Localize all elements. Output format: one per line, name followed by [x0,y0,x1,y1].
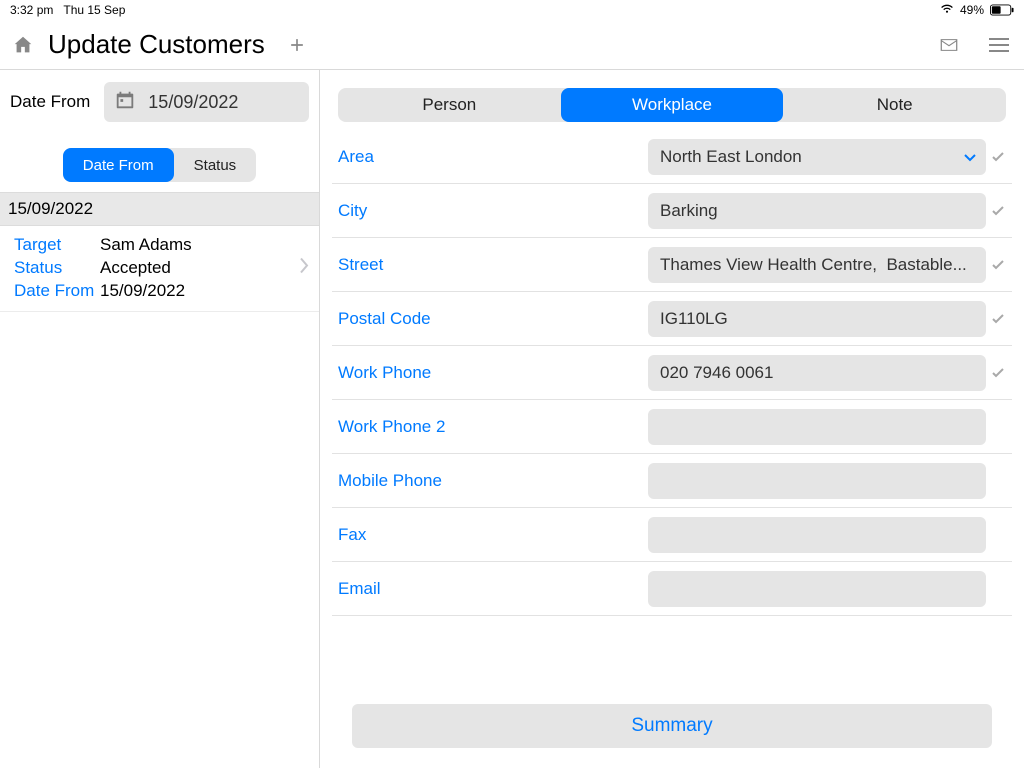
list-item[interactable]: TargetSam Adams StatusAccepted Date From… [0,226,319,312]
street-input[interactable] [648,247,986,283]
calendar-icon [114,89,136,116]
street-label: Street [338,255,648,275]
add-icon[interactable] [285,33,309,57]
area-value: North East London [660,147,802,167]
check-icon [990,152,1006,162]
wifi-icon [940,3,954,17]
card-target-value: Sam Adams [100,234,192,257]
mail-icon[interactable] [934,30,964,60]
tab-workplace[interactable]: Workplace [561,88,784,122]
seg-date-from[interactable]: Date From [63,148,174,182]
email-input[interactable] [648,571,986,607]
area-select[interactable]: North East London [648,139,986,175]
chevron-down-icon [964,147,976,167]
mobile-input[interactable] [648,463,986,499]
tab-segment: Person Workplace Note [338,88,1006,122]
workphone2-input[interactable] [648,409,986,445]
fax-input[interactable] [648,517,986,553]
workphone-input[interactable] [648,355,986,391]
sidebar: Date From 15/09/2022 Date From Status 15… [0,70,320,768]
home-icon[interactable] [10,32,36,58]
check-icon [990,314,1006,324]
city-input[interactable] [648,193,986,229]
status-bar: 3:32 pm Thu 15 Sep 49% [0,0,1024,20]
city-label: City [338,201,648,221]
card-status-value: Accepted [100,257,171,280]
date-from-value: 15/09/2022 [148,92,238,113]
postal-label: Postal Code [338,309,648,329]
status-time: 3:32 pm [10,3,53,17]
card-datefrom-value: 15/09/2022 [100,280,185,303]
battery-percent: 49% [960,3,984,17]
page-title: Update Customers [48,29,265,60]
tab-person[interactable]: Person [338,88,561,122]
postal-input[interactable] [648,301,986,337]
date-from-label: Date From [10,92,90,112]
date-from-field[interactable]: 15/09/2022 [104,82,309,122]
card-datefrom-label: Date From [14,280,100,303]
check-icon [990,206,1006,216]
seg-status[interactable]: Status [174,148,257,182]
workphone2-label: Work Phone 2 [338,417,648,437]
check-icon [990,368,1006,378]
titlebar: Update Customers [0,20,1024,70]
sidebar-segment: Date From Status [63,148,256,182]
status-date: Thu 15 Sep [63,3,125,17]
area-label: Area [338,147,648,167]
battery-icon [990,4,1014,16]
chevron-right-icon [299,258,309,279]
check-icon [990,260,1006,270]
fax-label: Fax [338,525,648,545]
email-label: Email [338,579,648,599]
summary-button[interactable]: Summary [352,704,992,748]
tab-note[interactable]: Note [783,88,1006,122]
card-target-label: Target [14,234,100,257]
menu-icon[interactable] [984,30,1014,60]
workphone-label: Work Phone [338,363,648,383]
content: Person Workplace Note Area North East Lo… [320,70,1024,768]
card-status-label: Status [14,257,100,280]
mobile-label: Mobile Phone [338,471,648,491]
group-header: 15/09/2022 [0,192,319,226]
